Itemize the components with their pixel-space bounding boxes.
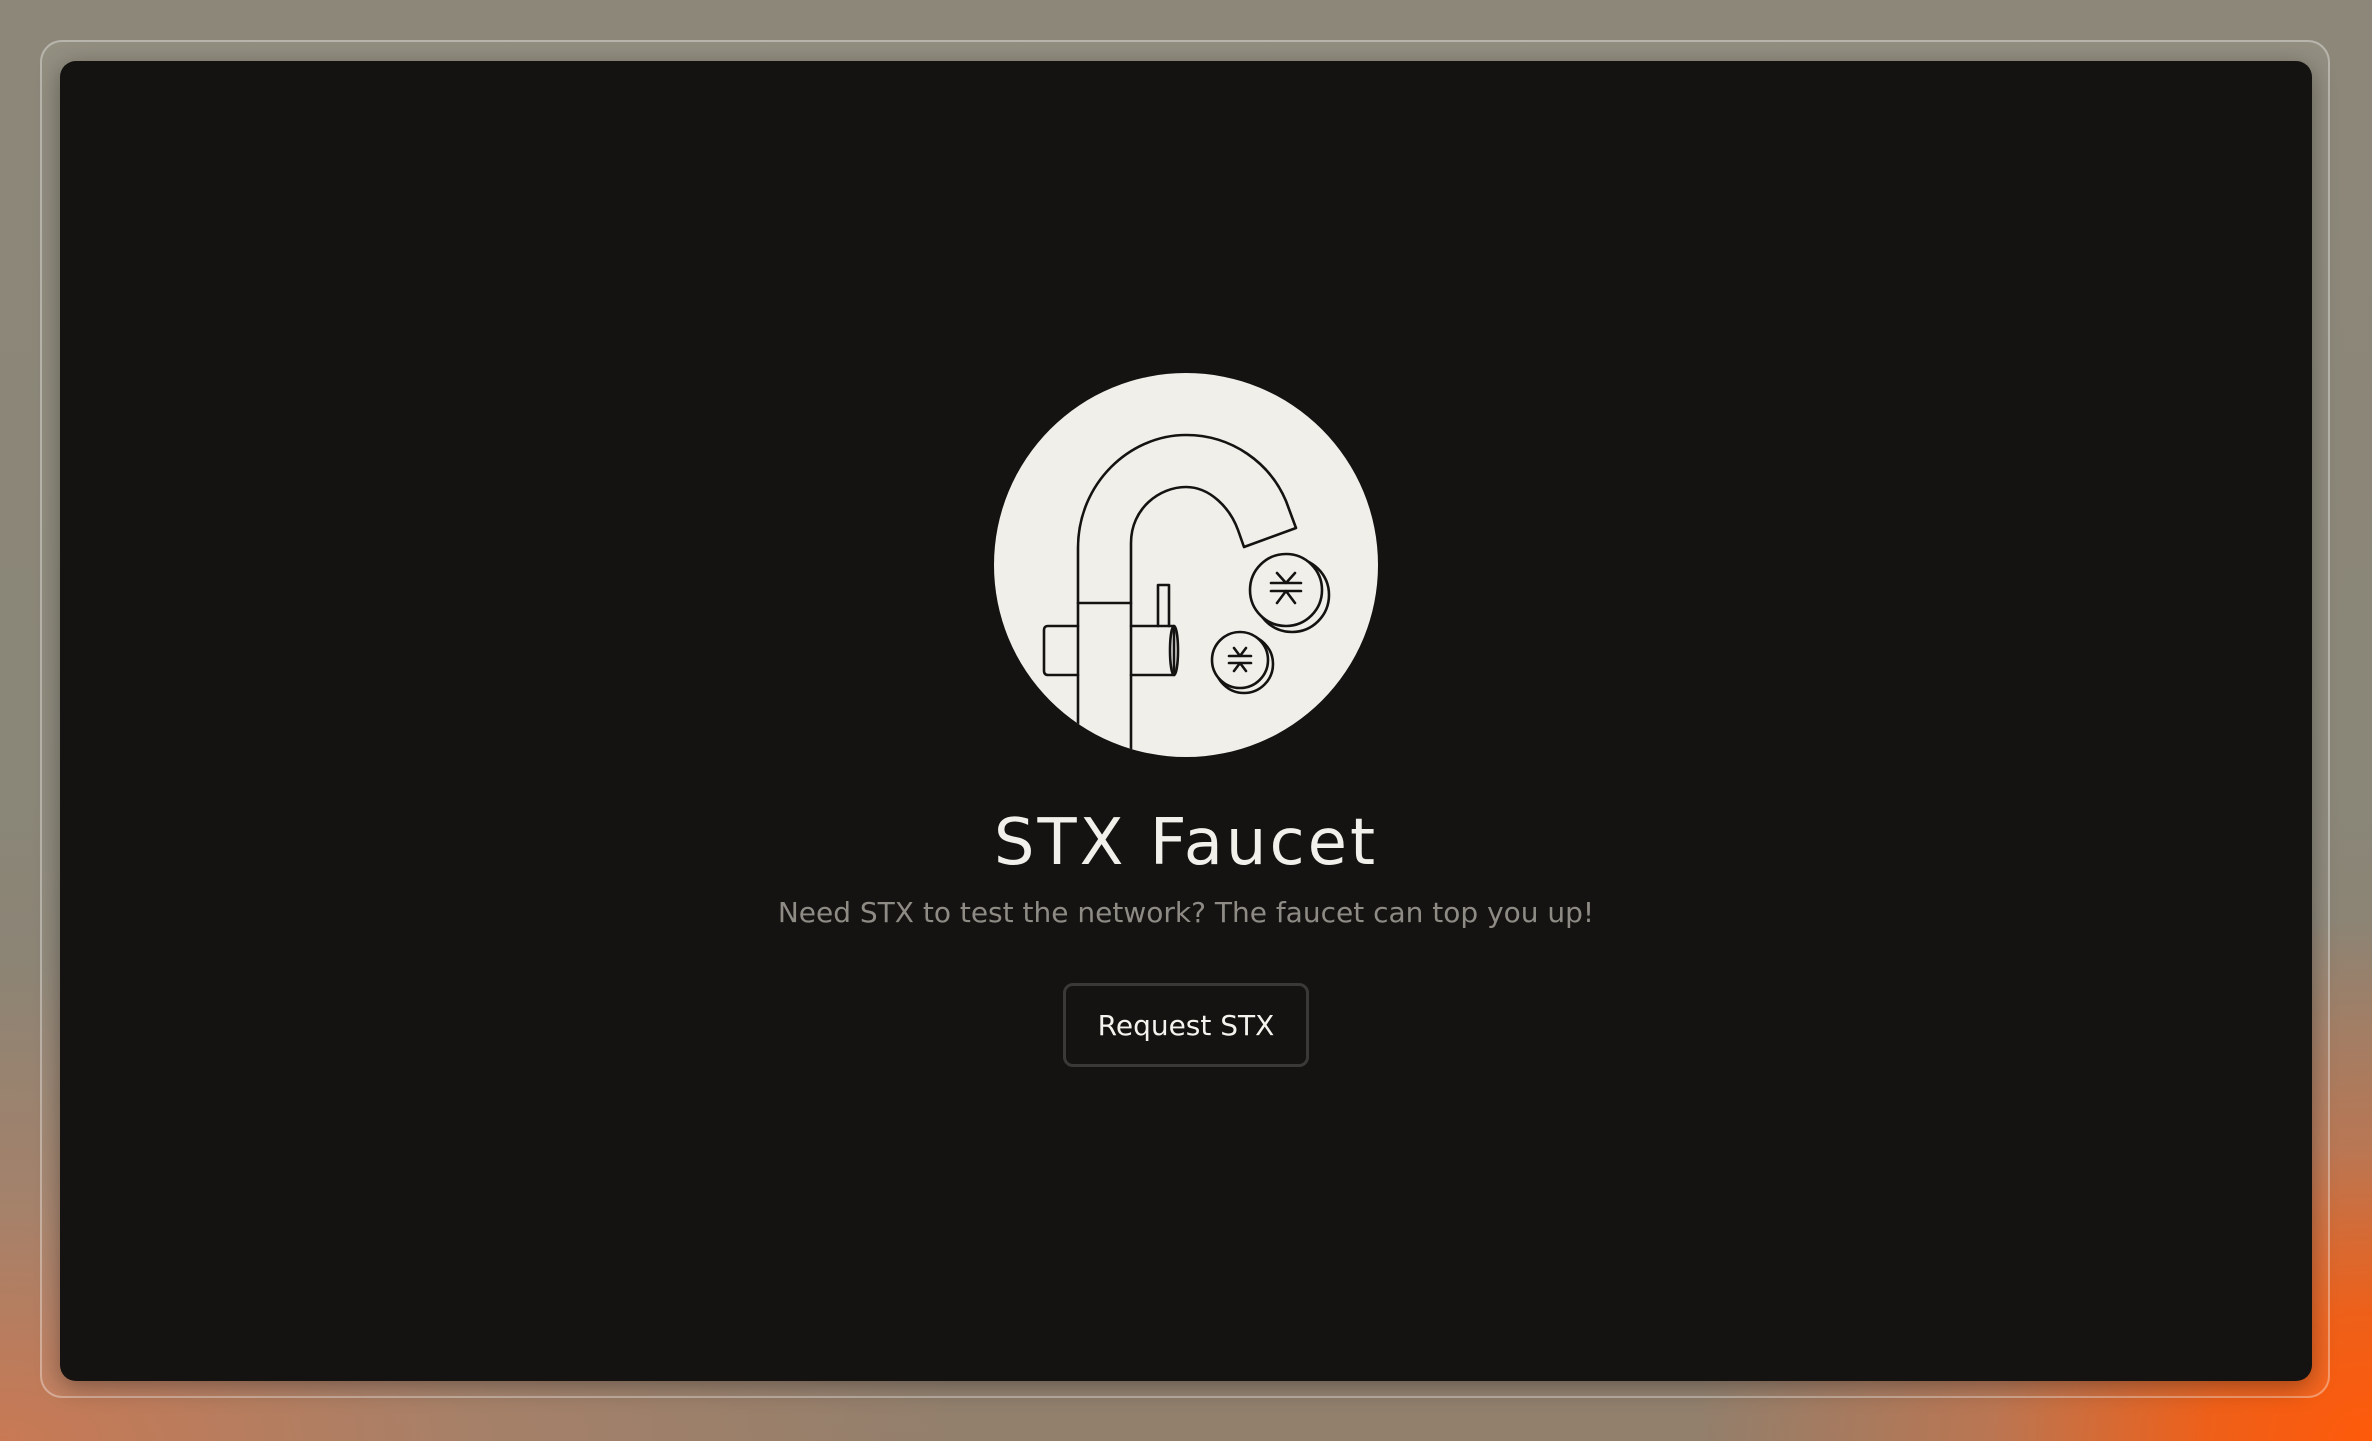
app-window: STX Faucet Need STX to test the network?… — [60, 61, 2312, 1381]
faucet-with-coins-icon — [994, 373, 1378, 757]
page-description: Need STX to test the network? The faucet… — [777, 896, 1595, 929]
request-stx-button[interactable]: Request STX — [1063, 983, 1309, 1067]
faucet-illustration — [994, 373, 1378, 757]
page-title: STX Faucet — [993, 806, 1379, 880]
